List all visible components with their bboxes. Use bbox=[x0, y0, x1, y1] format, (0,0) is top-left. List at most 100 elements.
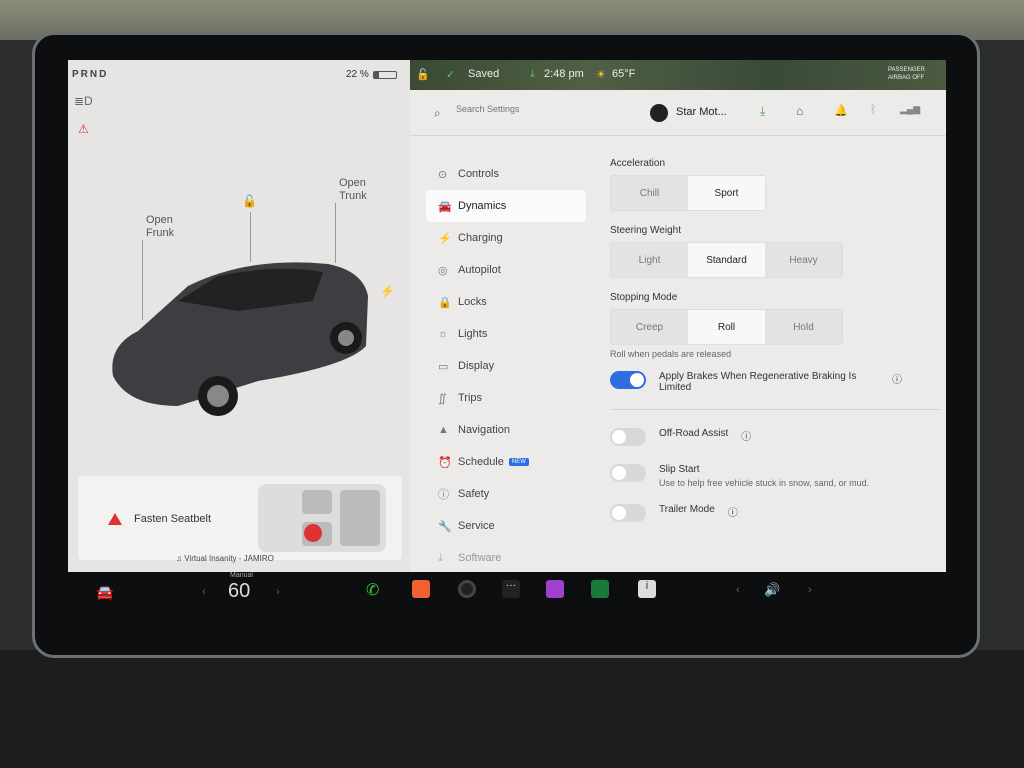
volume-up-button[interactable]: › bbox=[808, 584, 812, 596]
nav-label: Safety bbox=[458, 488, 490, 500]
car-icon: 🚘 bbox=[438, 200, 452, 213]
profile-avatar[interactable] bbox=[650, 104, 668, 122]
download-icon: ⤓ bbox=[438, 551, 443, 564]
nav-item-navigation[interactable]: ▲ Navigation bbox=[426, 414, 586, 446]
regen-braking-toggle[interactable] bbox=[610, 371, 646, 389]
slip-start-toggle[interactable] bbox=[610, 464, 646, 482]
more-apps-icon[interactable]: ··· bbox=[502, 580, 520, 598]
gear-indicator: PRND bbox=[72, 69, 109, 80]
steering-option-heavy[interactable]: Heavy bbox=[765, 243, 842, 277]
nav-item-charging[interactable]: ⚡ Charging bbox=[426, 222, 586, 254]
nav-item-lights[interactable]: ☼ Lights bbox=[426, 318, 586, 350]
steering-weight-selector: Light Standard Heavy bbox=[610, 242, 843, 278]
settings-header: ⌕ Star Mot... ⤓ ⌂ 🔔 ᛒ ▂▄▆ bbox=[410, 90, 946, 136]
temp-down-button[interactable]: ‹ bbox=[202, 586, 206, 598]
acceleration-selector: Chill Sport bbox=[610, 175, 766, 211]
bolt-icon: ⚡ bbox=[438, 232, 452, 245]
nav-label: Lights bbox=[458, 328, 488, 340]
regen-braking-label: Apply Brakes When Regenerative Braking I… bbox=[659, 371, 857, 393]
nav-item-autopilot[interactable]: ◎ Autopilot bbox=[426, 254, 586, 286]
nav-label: Trips bbox=[458, 392, 483, 404]
stopping-option-hold[interactable]: Hold bbox=[765, 310, 842, 344]
charge-port-icon[interactable]: ⚡ bbox=[380, 284, 395, 298]
vehicle-panel: PRND 22 % ≣D ⚠ Open Frunk 🔓 Open Trunk ⚡… bbox=[68, 60, 410, 572]
manual-icon[interactable]: i bbox=[638, 580, 656, 598]
taskbar: 🚘 ‹ Manual 60 › ✆ ··· i ‹ 🔊 › bbox=[68, 572, 946, 622]
open-frunk-button[interactable]: Open Frunk bbox=[146, 214, 174, 240]
energy-app-icon[interactable] bbox=[591, 580, 609, 598]
podcasts-icon[interactable] bbox=[546, 580, 564, 598]
info-icon[interactable]: ⓘ bbox=[728, 504, 738, 519]
steering-icon: ◎ bbox=[438, 264, 448, 277]
phone-icon[interactable]: ✆ bbox=[366, 580, 384, 599]
nav-item-trips[interactable]: ∬ Trips bbox=[426, 382, 586, 414]
acceleration-label: Acceleration bbox=[610, 158, 666, 169]
acceleration-option-sport[interactable]: Sport bbox=[688, 176, 765, 210]
battery-percent: 22 % bbox=[346, 69, 369, 80]
profile-name[interactable]: Star Mot... bbox=[676, 106, 727, 118]
homelink-icon[interactable]: ⌂ bbox=[796, 104, 803, 118]
nav-label: Service bbox=[458, 520, 495, 532]
music-app-icon[interactable] bbox=[412, 580, 430, 598]
bluetooth-icon[interactable]: ᛒ bbox=[870, 104, 877, 116]
display-icon: ▭ bbox=[438, 360, 449, 373]
steering-option-standard[interactable]: Standard bbox=[688, 243, 765, 277]
steering-label: Steering Weight bbox=[610, 225, 681, 236]
trunk-line bbox=[335, 203, 336, 263]
camera-icon[interactable] bbox=[458, 580, 476, 598]
headlight-icon: ≣D bbox=[74, 94, 93, 108]
stopping-option-roll[interactable]: Roll bbox=[688, 310, 765, 344]
nav-item-dynamics[interactable]: 🚘 Dynamics bbox=[426, 190, 586, 222]
wrench-icon: 🔧 bbox=[438, 520, 452, 533]
nav-label: Navigation bbox=[458, 424, 510, 436]
lte-signal-icon: ▂▄▆ bbox=[900, 104, 921, 114]
vehicle-image bbox=[112, 262, 369, 416]
bell-icon[interactable]: 🔔 bbox=[834, 104, 848, 117]
info-icon[interactable]: ⓘ bbox=[892, 371, 902, 386]
nav-item-safety[interactable]: ⓘ Safety bbox=[426, 478, 586, 510]
nav-label: Autopilot bbox=[458, 264, 501, 276]
lock-icon: 🔒 bbox=[438, 296, 452, 309]
car-icon[interactable]: 🚘 bbox=[96, 584, 113, 601]
off-road-assist-toggle[interactable] bbox=[610, 428, 646, 446]
nav-item-schedule[interactable]: ⏰ Schedule NEW bbox=[426, 446, 586, 478]
trailer-mode-label: Trailer Mode bbox=[659, 504, 715, 515]
seatbelt-alert-text: Fasten Seatbelt bbox=[134, 513, 212, 525]
steering-option-light[interactable]: Light bbox=[611, 243, 688, 277]
saved-text: Saved bbox=[468, 68, 500, 80]
settings-panel: 🔓 ✓ Saved ⤓ 2:48 pm ☀ 65°F PASSENGER AIR… bbox=[410, 60, 946, 572]
nav-item-display[interactable]: ▭ Display bbox=[426, 350, 586, 382]
search-input[interactable] bbox=[456, 104, 606, 114]
nav-label: Schedule bbox=[458, 456, 504, 468]
nav-label: Charging bbox=[458, 232, 503, 244]
volume-down-button[interactable]: ‹ bbox=[736, 584, 740, 596]
nav-item-software[interactable]: ⤓ Software bbox=[426, 542, 586, 572]
temperature-setting[interactable]: 60 bbox=[228, 580, 250, 603]
now-playing[interactable]: ♫ Virtual Insanity - JAMIRO bbox=[176, 554, 274, 563]
trailer-mode-toggle[interactable] bbox=[610, 504, 646, 522]
stopping-mode-selector: Creep Roll Hold bbox=[610, 309, 843, 345]
download-icon[interactable]: ⤓ bbox=[760, 104, 765, 119]
stopping-option-creep[interactable]: Creep bbox=[611, 310, 688, 344]
climate-mode: Manual bbox=[230, 572, 253, 579]
stopping-hint: Roll when pedals are released bbox=[610, 349, 732, 359]
nav-label: Display bbox=[458, 360, 495, 372]
background-bottom bbox=[0, 650, 1024, 768]
weather-icon: ☀ bbox=[596, 69, 606, 81]
safety-icon: ⓘ bbox=[438, 489, 449, 501]
sun-icon: ☼ bbox=[438, 328, 449, 340]
unlock-icon[interactable]: 🔓 bbox=[242, 194, 257, 208]
battery-icon bbox=[373, 71, 397, 79]
nav-item-locks[interactable]: 🔒 Locks bbox=[426, 286, 586, 318]
settings-nav: ⊙ Controls 🚘 Dynamics ⚡ Charging ◎ Autopilot 🔒 Lo… bbox=[426, 158, 586, 572]
info-icon[interactable]: ⓘ bbox=[741, 428, 751, 443]
acceleration-option-chill[interactable]: Chill bbox=[611, 176, 688, 210]
clock-icon: ⏰ bbox=[438, 456, 452, 469]
clock: 2:48 pm bbox=[544, 68, 584, 80]
open-trunk-button[interactable]: Open Trunk bbox=[339, 177, 367, 203]
temp-up-button[interactable]: › bbox=[276, 586, 280, 598]
navigation-icon: ▲ bbox=[438, 424, 449, 436]
nav-item-service[interactable]: 🔧 Service bbox=[426, 510, 586, 542]
nav-item-controls[interactable]: ⊙ Controls bbox=[426, 158, 586, 190]
volume-icon[interactable]: 🔊 bbox=[764, 582, 780, 598]
